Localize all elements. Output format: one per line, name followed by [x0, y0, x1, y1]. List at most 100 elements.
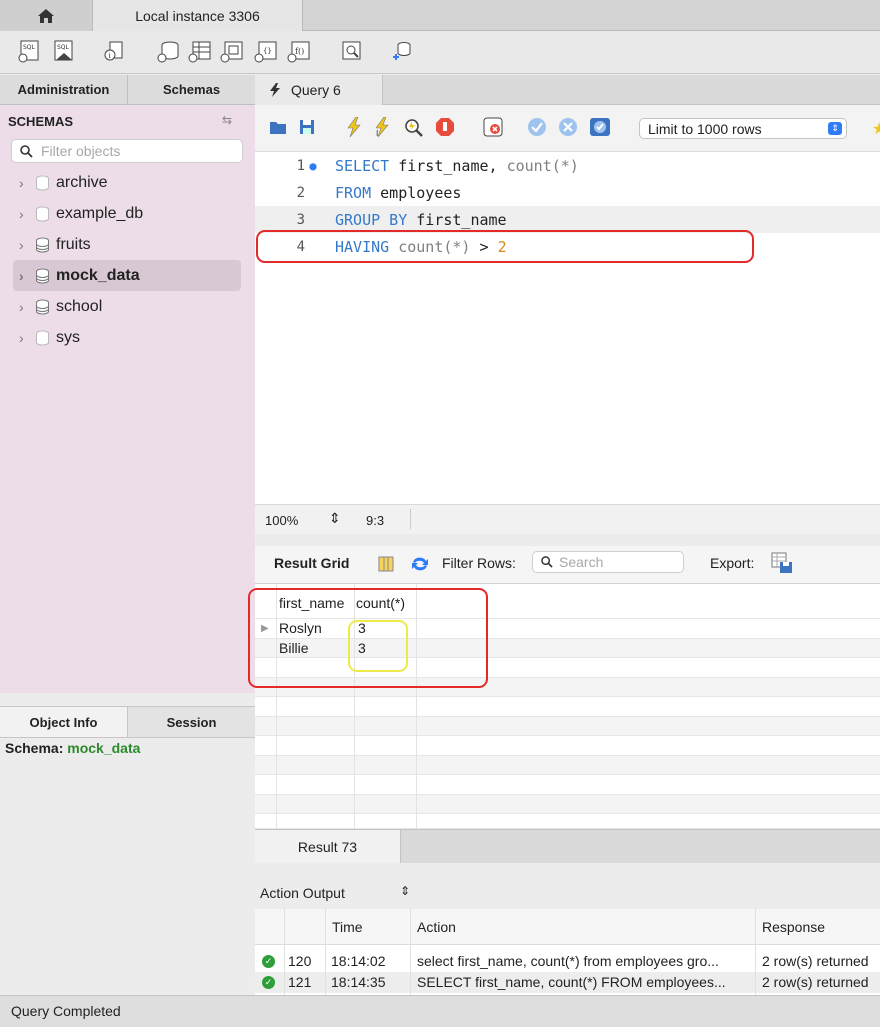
schemas-panel: SCHEMAS ⇆ Filter objects › archive › exa…	[0, 105, 255, 693]
count-highlight	[348, 620, 408, 672]
connection-tab[interactable]: Local instance 3306	[93, 0, 303, 31]
autocommit-icon[interactable]	[589, 117, 611, 137]
create-view-icon[interactable]	[220, 39, 244, 63]
filter-rows-label: Filter Rows:	[442, 555, 516, 571]
execute-current-icon[interactable]: I	[373, 117, 391, 137]
commit-icon[interactable]	[527, 117, 547, 137]
open-sql-file-icon[interactable]: SQL	[52, 39, 76, 63]
database-icon	[36, 237, 49, 252]
export-icon[interactable]	[771, 552, 793, 574]
explain-icon[interactable]	[403, 117, 425, 137]
tab-session[interactable]: Session	[128, 707, 255, 737]
filter-objects-field[interactable]: Filter objects	[11, 139, 243, 163]
filter-rows-search[interactable]: Search	[532, 551, 684, 573]
empty-row	[255, 775, 880, 795]
zoom-level[interactable]: 100%	[265, 513, 298, 528]
table-row[interactable]: ✓ 121 18:14:35 SELECT first_name, count(…	[255, 972, 880, 993]
inspector-icon[interactable]: i	[102, 39, 126, 63]
search-icon	[541, 556, 553, 568]
create-procedure-icon[interactable]: {}	[254, 39, 278, 63]
chevron-right-icon[interactable]: ›	[19, 175, 33, 191]
stop-icon[interactable]	[435, 117, 455, 137]
home-tab[interactable]	[0, 0, 93, 31]
execute-icon[interactable]	[345, 117, 363, 137]
object-info-schema: Schema: mock_data	[5, 740, 140, 756]
refresh-schemas-icon[interactable]: ⇆	[222, 113, 232, 127]
empty-row	[255, 716, 880, 736]
save-icon[interactable]	[299, 119, 315, 135]
chevron-right-icon[interactable]: ›	[19, 330, 33, 346]
database-icon	[36, 299, 49, 314]
tab-object-info[interactable]: Object Info	[0, 707, 128, 737]
code-line: 1 ● SELECT first_name, count(*)	[255, 152, 880, 179]
refresh-icon[interactable]	[410, 556, 430, 572]
schema-name: school	[56, 297, 103, 315]
star-icon[interactable]: ★	[872, 119, 880, 139]
schema-item-school[interactable]: › school	[13, 291, 241, 322]
schema-item-example-db[interactable]: › example_db	[13, 198, 241, 229]
query-tab-label: Query 6	[291, 82, 341, 98]
filter-objects-placeholder: Filter objects	[41, 143, 121, 159]
output-title[interactable]: Action Output	[260, 885, 345, 901]
schema-item-archive[interactable]: › archive	[13, 167, 241, 198]
cursor-position: 9:3	[366, 513, 385, 528]
create-schema-icon[interactable]	[156, 39, 180, 63]
column-header[interactable]: Response	[762, 919, 825, 935]
chevron-right-icon[interactable]: ›	[19, 299, 33, 315]
schema-name: example_db	[56, 204, 144, 222]
schema-name: fruits	[56, 235, 91, 253]
tab-administration[interactable]: Administration	[0, 75, 128, 104]
result-splitter[interactable]	[255, 534, 880, 546]
svg-text:f(): f()	[295, 47, 304, 56]
code-line: 3 GROUP BY first_name	[255, 206, 880, 233]
form-view-icon[interactable]	[378, 556, 394, 572]
search-placeholder: Search	[559, 554, 604, 570]
new-sql-tab-icon[interactable]: SQL	[18, 39, 42, 63]
create-function-icon[interactable]: f()	[287, 39, 311, 63]
line-number: 3	[296, 211, 305, 228]
statusbar-divider	[410, 509, 411, 529]
schema-item-mock-data[interactable]: › mock_data	[13, 260, 241, 291]
object-info-panel: Schema: mock_data	[0, 738, 255, 995]
create-table-icon[interactable]	[188, 39, 212, 63]
schemas-heading: SCHEMAS	[8, 114, 74, 129]
output-no: 121	[288, 974, 312, 990]
column-divider	[410, 909, 411, 995]
output-response: 2 row(s) returned	[762, 974, 869, 990]
reconnect-icon[interactable]	[390, 39, 414, 63]
database-icon	[36, 206, 49, 221]
table-row[interactable]: ✓ 120 18:14:02 select first_name, count(…	[255, 951, 880, 972]
sidebar-splitter[interactable]	[0, 693, 255, 706]
chevron-right-icon[interactable]: ›	[19, 206, 33, 222]
schema-item-fruits[interactable]: › fruits	[13, 229, 241, 260]
zoom-stepper-icon[interactable]: ⇕	[329, 510, 341, 527]
column-header[interactable]: Action	[417, 919, 456, 935]
having-clause-highlight	[256, 230, 754, 263]
search-table-data-icon[interactable]	[340, 39, 364, 63]
tab-result[interactable]: Result 73	[255, 830, 401, 864]
toggle-error-icon[interactable]	[483, 117, 505, 137]
lightning-icon	[270, 83, 280, 97]
home-icon	[38, 8, 54, 23]
status-text: Query Completed	[11, 1003, 121, 1019]
schema-name: mock_data	[56, 266, 140, 284]
tab-schemas[interactable]: Schemas	[128, 75, 255, 104]
schema-name: sys	[56, 328, 80, 346]
output-response: 2 row(s) returned	[762, 953, 869, 969]
query-tab-bar: Query 6	[255, 75, 880, 105]
limit-rows-select[interactable]: Limit to 1000 rows ⇕	[639, 118, 847, 139]
tab-query[interactable]: Query 6	[255, 75, 383, 105]
chevron-updown-icon[interactable]: ⇕	[400, 884, 410, 898]
sql-editor[interactable]: 1 ● SELECT first_name, count(*) 2 FROM e…	[255, 152, 880, 504]
output-splitter[interactable]	[255, 863, 880, 876]
status-bar: Query Completed	[0, 995, 880, 1027]
chevron-right-icon[interactable]: ›	[19, 268, 33, 284]
success-icon: ✓	[262, 955, 275, 968]
open-folder-icon[interactable]	[269, 120, 287, 135]
chevron-right-icon[interactable]: ›	[19, 237, 33, 253]
schema-item-sys[interactable]: › sys	[13, 322, 241, 353]
column-header[interactable]: Time	[332, 919, 363, 935]
svg-text:SQL: SQL	[57, 44, 70, 51]
code-text: SELECT first_name, count(*)	[335, 156, 579, 175]
rollback-icon[interactable]	[558, 117, 578, 137]
